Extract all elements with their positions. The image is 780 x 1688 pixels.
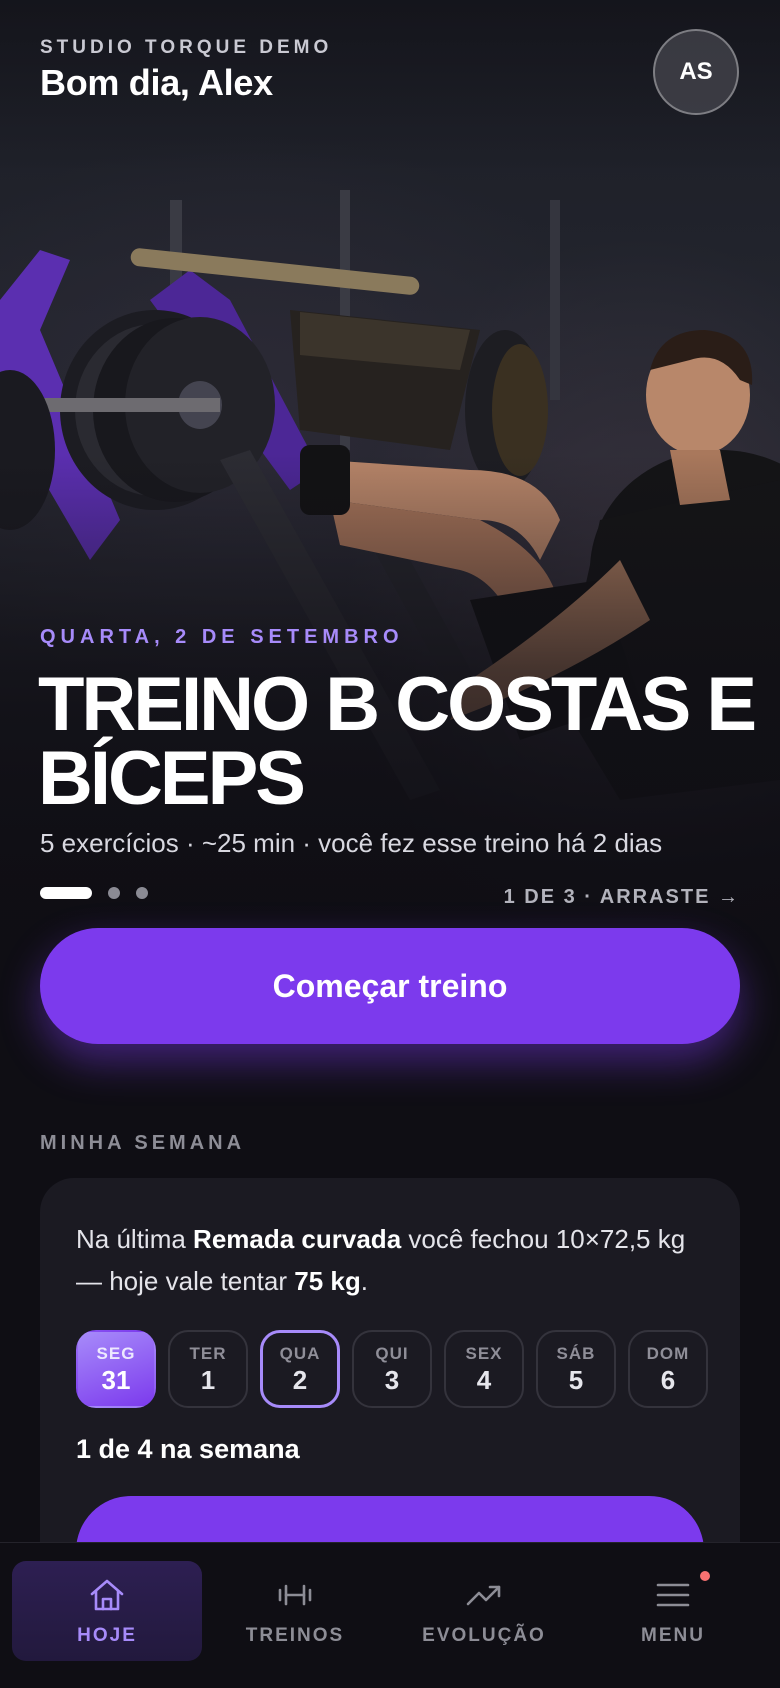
day-date: 1 — [200, 1365, 216, 1395]
day-name: SÁB — [556, 1344, 596, 1363]
greeting-title: Bom dia, Alex — [40, 62, 273, 103]
pager-dot[interactable] — [136, 887, 148, 899]
tip-target-weight: 75 kg — [294, 1266, 361, 1296]
tab-menu[interactable]: MENU — [578, 1561, 768, 1661]
avatar[interactable]: AS — [653, 29, 739, 115]
day-name: QUA — [279, 1344, 321, 1363]
workout-meta: 5 exercícios · ~25 min · você fez esse t… — [40, 828, 663, 858]
day-date: 3 — [384, 1365, 400, 1395]
tab-evolucao[interactable]: EVOLUÇÃO — [389, 1561, 579, 1661]
day-chip-dom[interactable]: DOM 6 — [628, 1330, 708, 1408]
day-name: DOM — [646, 1344, 690, 1363]
tip-text: Na última — [76, 1224, 194, 1254]
home-icon — [90, 1579, 124, 1611]
day-name: SEG — [96, 1344, 136, 1363]
day-chip-seg[interactable]: SEG 31 — [76, 1330, 156, 1408]
brand-name: STUDIO TORQUE DEMO — [40, 37, 333, 58]
progression-tip: Na última Remada curvada você fechou 10×… — [76, 1218, 696, 1302]
notification-dot — [700, 1571, 710, 1581]
trend-up-icon — [466, 1585, 501, 1606]
week-day-selector: SEG 31 TER 1 QUA 2 QUI 3 SEX 4 SÁB 5 DOM… — [76, 1330, 708, 1408]
tip-exercise: Remada curvada — [193, 1224, 402, 1254]
tab-hoje[interactable]: HOJE — [12, 1561, 202, 1661]
day-chip-qui[interactable]: QUI 3 — [352, 1330, 432, 1408]
hero-section[interactable]: STUDIO TORQUE DEMO Bom dia, Alex AS QUAR… — [0, 0, 780, 1080]
workout-title: TREINO B COSTAS E BÍCEPS — [38, 662, 757, 821]
workout-date: QUARTA, 2 DE SETEMBRO — [40, 626, 404, 648]
tab-label: TREINOS — [245, 1625, 345, 1646]
day-name: TER — [189, 1344, 227, 1363]
day-date: 6 — [660, 1365, 676, 1395]
pager-dot-active[interactable] — [40, 887, 92, 899]
day-date: 5 — [568, 1365, 584, 1395]
day-chip-sex[interactable]: SEX 4 — [444, 1330, 524, 1408]
hero-overlay — [0, 0, 780, 1080]
week-section-label: MINHA SEMANA — [40, 1132, 246, 1154]
swipe-hint: 1 DE 3 · ARRASTE → — [503, 886, 740, 908]
carousel-pager[interactable] — [40, 887, 148, 899]
pager-dot[interactable] — [108, 887, 120, 899]
tab-label: EVOLUÇÃO — [422, 1625, 546, 1646]
bottom-tab-bar: HOJE TREINOS EVOLUÇÃO MENU — [0, 1542, 780, 1688]
day-chip-qua[interactable]: QUA 2 — [260, 1330, 340, 1408]
tab-label: MENU — [641, 1625, 705, 1646]
day-chip-ter[interactable]: TER 1 — [168, 1330, 248, 1408]
day-date: 31 — [101, 1365, 131, 1395]
tab-treinos[interactable]: TREINOS — [200, 1561, 390, 1661]
week-progress: 1 de 4 na semana — [76, 1434, 300, 1464]
dumbbell-icon — [278, 1584, 312, 1606]
day-date: 2 — [292, 1365, 308, 1395]
tip-text: . — [360, 1266, 368, 1296]
day-name: SEX — [465, 1344, 503, 1363]
menu-icon — [656, 1583, 690, 1607]
start-workout-button[interactable]: Começar treino — [40, 928, 740, 1044]
tab-label: HOJE — [77, 1625, 137, 1646]
day-chip-sab[interactable]: SÁB 5 — [536, 1330, 616, 1408]
day-name: QUI — [375, 1344, 409, 1363]
day-date: 4 — [476, 1365, 492, 1395]
